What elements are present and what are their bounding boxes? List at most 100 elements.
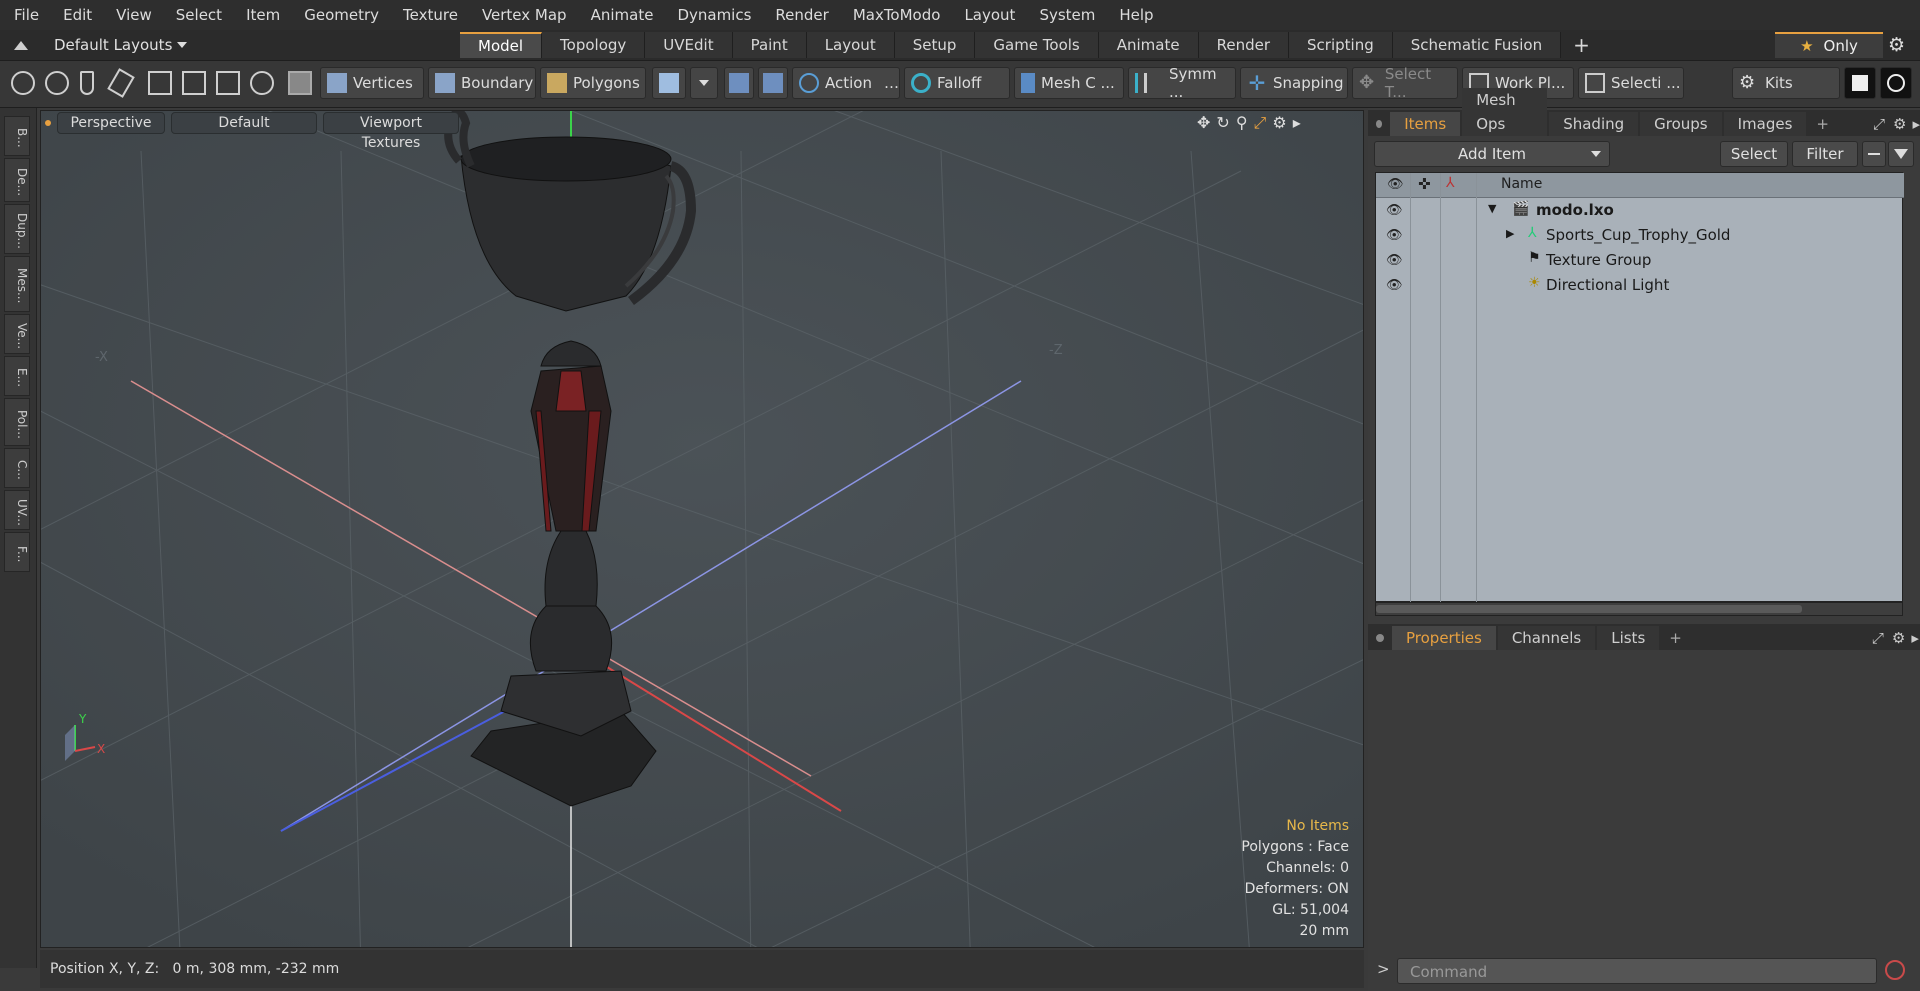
menu-layout[interactable]: Layout: [952, 0, 1027, 30]
item-mode-button[interactable]: [652, 67, 686, 99]
eye-icon[interactable]: 👁: [1386, 278, 1403, 293]
play-arrow-icon[interactable]: ▸: [1293, 113, 1301, 133]
mesh-constraint-button[interactable]: Mesh C ...: [1014, 67, 1124, 99]
list-item[interactable]: 👁 ▼ 🎬 modo.lxo: [1376, 198, 1904, 223]
menu-file[interactable]: File: [0, 0, 51, 30]
tab-items[interactable]: Items: [1390, 112, 1461, 136]
left-tab-polygon[interactable]: Pol...: [4, 398, 30, 446]
globe-icon[interactable]: [45, 71, 69, 95]
left-tab-edge[interactable]: E...: [4, 356, 30, 396]
menu-dynamics[interactable]: Dynamics: [665, 0, 763, 30]
menu-maxtomodo[interactable]: MaxToModo: [841, 0, 953, 30]
list-item[interactable]: 👁 ☀ Directional Light: [1376, 273, 1904, 298]
tab-properties[interactable]: Properties: [1392, 626, 1496, 650]
circle-select-icon[interactable]: [11, 71, 35, 95]
left-tab-duplicate[interactable]: Dup...: [4, 204, 30, 254]
tab-topology[interactable]: Topology: [542, 32, 646, 58]
shading-default-button[interactable]: Default: [171, 112, 317, 134]
shield-icon[interactable]: [288, 71, 312, 95]
select-through-button[interactable]: ✥ Select T...: [1352, 65, 1458, 101]
collapse-button[interactable]: [1862, 141, 1886, 167]
tab-schematic-fusion[interactable]: Schematic Fusion: [1392, 32, 1562, 58]
mode-dropdown[interactable]: [690, 67, 718, 99]
unity-button[interactable]: [1844, 67, 1876, 99]
tab-channels[interactable]: Channels: [1497, 626, 1596, 650]
expand-arrow-icon[interactable]: ▼: [1488, 202, 1496, 215]
menu-view[interactable]: View: [104, 0, 164, 30]
falloff-button[interactable]: Falloff: [904, 67, 1010, 99]
items-list[interactable]: 👁 ✜ ⅄ Name 👁 ▼ 🎬 modo.lxo 👁 ▶ ⅄ Sports_C…: [1375, 172, 1904, 603]
menu-animate[interactable]: Animate: [579, 0, 666, 30]
eye-icon[interactable]: 👁: [1386, 203, 1403, 218]
tab-model[interactable]: Model: [460, 32, 543, 58]
grid-tool-icon[interactable]: [182, 71, 206, 95]
panel-arrow-icon[interactable]: ▸: [1911, 626, 1919, 650]
left-tab-vertex[interactable]: Ve...: [4, 314, 30, 354]
panel-gear-icon[interactable]: ⚙: [1892, 626, 1905, 650]
menu-edit[interactable]: Edit: [51, 0, 104, 30]
symmetry-shield-button[interactable]: [724, 67, 754, 99]
kits-button[interactable]: ⚙ Kits: [1732, 67, 1840, 99]
menu-texture[interactable]: Texture: [391, 0, 470, 30]
eye-icon[interactable]: 👁: [1386, 228, 1403, 243]
panel-arrow-icon[interactable]: ▸: [1912, 112, 1920, 136]
menu-render[interactable]: Render: [763, 0, 840, 30]
expand-arrow-icon[interactable]: ▶: [1506, 227, 1514, 240]
menu-select[interactable]: Select: [164, 0, 234, 30]
viewport-textures-button[interactable]: Viewport Textures: [323, 112, 459, 151]
menu-system[interactable]: System: [1027, 0, 1107, 30]
panel-dot-icon[interactable]: [1376, 634, 1384, 642]
tab-paint[interactable]: Paint: [732, 32, 807, 58]
panel-expand-icon[interactable]: ⤢: [1872, 626, 1884, 650]
name-column-header[interactable]: Name: [1501, 176, 1542, 192]
panel-expand-icon[interactable]: ⤢: [1873, 112, 1885, 136]
gear-icon[interactable]: ⚙: [1888, 34, 1905, 56]
snapping-button[interactable]: ✛ Snapping: [1240, 67, 1348, 99]
select-button[interactable]: Select: [1720, 141, 1788, 167]
tab-images[interactable]: Images: [1723, 112, 1807, 136]
left-tab-fusion[interactable]: F...: [4, 532, 30, 572]
tab-animate[interactable]: Animate: [1098, 32, 1199, 58]
left-tab-mesh-edit[interactable]: Mes...: [4, 256, 30, 312]
layout-tool-icon[interactable]: [148, 71, 172, 95]
collapse-up-icon[interactable]: [14, 40, 28, 50]
tab-game-tools[interactable]: Game Tools: [975, 32, 1099, 58]
menu-geometry[interactable]: Geometry: [292, 0, 391, 30]
panel-dot-icon[interactable]: [1376, 120, 1383, 128]
tab-uvedit[interactable]: UVEdit: [645, 32, 733, 58]
left-tab-deform[interactable]: De...: [4, 158, 30, 202]
radial-tool-icon[interactable]: [250, 71, 274, 95]
left-tab-curve[interactable]: C...: [4, 448, 30, 488]
boundary-button[interactable]: Boundary: [428, 67, 536, 99]
tab-shading[interactable]: Shading: [1549, 112, 1639, 136]
add-panel-tab-icon[interactable]: +: [1808, 112, 1837, 136]
tab-lists[interactable]: Lists: [1597, 626, 1660, 650]
zoom-icon[interactable]: ⚲: [1236, 113, 1248, 133]
left-tab-uv[interactable]: UV...: [4, 490, 30, 530]
funnel-button[interactable]: [1888, 141, 1914, 167]
list-item[interactable]: 👁 ▶ ⅄ Sports_Cup_Trophy_Gold: [1376, 223, 1904, 248]
symmetry-button[interactable]: Symm ...: [1128, 65, 1236, 101]
perspective-button[interactable]: Perspective: [57, 112, 165, 134]
layout-selector[interactable]: Default Layouts: [0, 30, 188, 60]
viewport-dot-icon[interactable]: [45, 120, 51, 126]
pen-tool-icon[interactable]: [80, 71, 94, 95]
pan-icon[interactable]: ✥: [1197, 113, 1210, 133]
tab-scripting[interactable]: Scripting: [1289, 32, 1393, 58]
polygons-button[interactable]: Polygons: [540, 67, 646, 99]
only-button[interactable]: ★ Only: [1775, 32, 1883, 58]
add-item-button[interactable]: Add Item: [1374, 141, 1610, 167]
panel-gear-icon[interactable]: ⚙: [1893, 112, 1906, 136]
tab-mesh-ops[interactable]: Mesh Ops: [1462, 88, 1548, 136]
frame-tool-icon[interactable]: [216, 71, 240, 95]
brush-tool-icon[interactable]: [107, 68, 135, 98]
vertices-button[interactable]: Vertices: [320, 67, 424, 99]
add-panel-tab-icon[interactable]: +: [1661, 626, 1690, 650]
3d-viewport[interactable]: -X -Z Y X Perspective Default Viewport T…: [40, 110, 1364, 948]
selection-sets-button[interactable]: Selecti ...: [1578, 67, 1684, 99]
pivot-shield-button[interactable]: [758, 67, 788, 99]
tab-render[interactable]: Render: [1198, 32, 1290, 58]
rotate-icon[interactable]: ↻: [1216, 113, 1229, 133]
viewport-gear-icon[interactable]: ⚙: [1272, 113, 1286, 133]
tab-layout[interactable]: Layout: [806, 32, 895, 58]
